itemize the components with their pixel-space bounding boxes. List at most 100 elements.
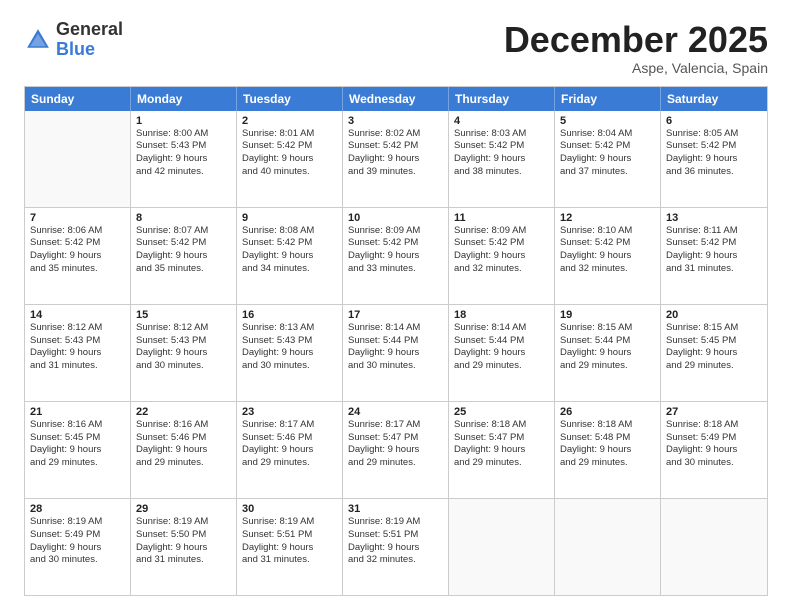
calendar-row-4: 21Sunrise: 8:16 AMSunset: 5:45 PMDayligh… <box>25 401 767 498</box>
day-info: Sunrise: 8:18 AMSunset: 5:49 PMDaylight:… <box>666 419 762 470</box>
day-header-wednesday: Wednesday <box>343 87 449 111</box>
day-info: Sunrise: 8:17 AMSunset: 5:47 PMDaylight:… <box>348 419 443 470</box>
calendar-row-1: 1Sunrise: 8:00 AMSunset: 5:43 PMDaylight… <box>25 111 767 207</box>
day-number: 20 <box>666 309 762 321</box>
day-header-tuesday: Tuesday <box>237 87 343 111</box>
calendar-cell: 14Sunrise: 8:12 AMSunset: 5:43 PMDayligh… <box>25 305 131 401</box>
day-number: 23 <box>242 406 337 418</box>
calendar-cell: 8Sunrise: 8:07 AMSunset: 5:42 PMDaylight… <box>131 208 237 304</box>
day-info: Sunrise: 8:06 AMSunset: 5:42 PMDaylight:… <box>30 225 125 276</box>
day-number: 17 <box>348 309 443 321</box>
calendar-cell: 31Sunrise: 8:19 AMSunset: 5:51 PMDayligh… <box>343 499 449 595</box>
calendar-cell: 27Sunrise: 8:18 AMSunset: 5:49 PMDayligh… <box>661 402 767 498</box>
calendar-cell: 10Sunrise: 8:09 AMSunset: 5:42 PMDayligh… <box>343 208 449 304</box>
day-info: Sunrise: 8:17 AMSunset: 5:46 PMDaylight:… <box>242 419 337 470</box>
day-info: Sunrise: 8:12 AMSunset: 5:43 PMDaylight:… <box>30 322 125 373</box>
day-info: Sunrise: 8:18 AMSunset: 5:48 PMDaylight:… <box>560 419 655 470</box>
day-number: 25 <box>454 406 549 418</box>
day-info: Sunrise: 8:15 AMSunset: 5:44 PMDaylight:… <box>560 322 655 373</box>
day-number: 5 <box>560 115 655 127</box>
day-info: Sunrise: 8:10 AMSunset: 5:42 PMDaylight:… <box>560 225 655 276</box>
day-number: 27 <box>666 406 762 418</box>
day-number: 1 <box>136 115 231 127</box>
day-number: 12 <box>560 212 655 224</box>
day-header-thursday: Thursday <box>449 87 555 111</box>
calendar-cell: 13Sunrise: 8:11 AMSunset: 5:42 PMDayligh… <box>661 208 767 304</box>
calendar-cell: 2Sunrise: 8:01 AMSunset: 5:42 PMDaylight… <box>237 111 343 207</box>
calendar-header: SundayMondayTuesdayWednesdayThursdayFrid… <box>25 87 767 111</box>
calendar-row-5: 28Sunrise: 8:19 AMSunset: 5:49 PMDayligh… <box>25 498 767 595</box>
calendar-body: 1Sunrise: 8:00 AMSunset: 5:43 PMDaylight… <box>25 111 767 595</box>
day-header-friday: Friday <box>555 87 661 111</box>
calendar-cell: 5Sunrise: 8:04 AMSunset: 5:42 PMDaylight… <box>555 111 661 207</box>
calendar-cell: 28Sunrise: 8:19 AMSunset: 5:49 PMDayligh… <box>25 499 131 595</box>
calendar-cell: 3Sunrise: 8:02 AMSunset: 5:42 PMDaylight… <box>343 111 449 207</box>
day-number: 24 <box>348 406 443 418</box>
day-number: 2 <box>242 115 337 127</box>
day-number: 28 <box>30 503 125 515</box>
day-number: 30 <box>242 503 337 515</box>
calendar-cell: 16Sunrise: 8:13 AMSunset: 5:43 PMDayligh… <box>237 305 343 401</box>
calendar-cell: 1Sunrise: 8:00 AMSunset: 5:43 PMDaylight… <box>131 111 237 207</box>
calendar-cell: 21Sunrise: 8:16 AMSunset: 5:45 PMDayligh… <box>25 402 131 498</box>
calendar-cell: 22Sunrise: 8:16 AMSunset: 5:46 PMDayligh… <box>131 402 237 498</box>
calendar-cell <box>449 499 555 595</box>
calendar-cell <box>661 499 767 595</box>
day-info: Sunrise: 8:05 AMSunset: 5:42 PMDaylight:… <box>666 128 762 179</box>
day-info: Sunrise: 8:11 AMSunset: 5:42 PMDaylight:… <box>666 225 762 276</box>
page: General Blue December 2025 Aspe, Valenci… <box>0 0 792 612</box>
location: Aspe, Valencia, Spain <box>504 60 768 76</box>
day-info: Sunrise: 8:16 AMSunset: 5:45 PMDaylight:… <box>30 419 125 470</box>
day-number: 11 <box>454 212 549 224</box>
calendar-cell: 12Sunrise: 8:10 AMSunset: 5:42 PMDayligh… <box>555 208 661 304</box>
day-info: Sunrise: 8:01 AMSunset: 5:42 PMDaylight:… <box>242 128 337 179</box>
day-info: Sunrise: 8:09 AMSunset: 5:42 PMDaylight:… <box>348 225 443 276</box>
day-header-monday: Monday <box>131 87 237 111</box>
day-info: Sunrise: 8:19 AMSunset: 5:50 PMDaylight:… <box>136 516 231 567</box>
calendar-cell: 11Sunrise: 8:09 AMSunset: 5:42 PMDayligh… <box>449 208 555 304</box>
day-number: 15 <box>136 309 231 321</box>
calendar-cell: 26Sunrise: 8:18 AMSunset: 5:48 PMDayligh… <box>555 402 661 498</box>
day-info: Sunrise: 8:14 AMSunset: 5:44 PMDaylight:… <box>348 322 443 373</box>
day-info: Sunrise: 8:19 AMSunset: 5:49 PMDaylight:… <box>30 516 125 567</box>
calendar-cell: 30Sunrise: 8:19 AMSunset: 5:51 PMDayligh… <box>237 499 343 595</box>
day-info: Sunrise: 8:02 AMSunset: 5:42 PMDaylight:… <box>348 128 443 179</box>
day-number: 22 <box>136 406 231 418</box>
header: General Blue December 2025 Aspe, Valenci… <box>24 20 768 76</box>
day-number: 9 <box>242 212 337 224</box>
day-number: 10 <box>348 212 443 224</box>
day-info: Sunrise: 8:15 AMSunset: 5:45 PMDaylight:… <box>666 322 762 373</box>
day-number: 3 <box>348 115 443 127</box>
day-info: Sunrise: 8:04 AMSunset: 5:42 PMDaylight:… <box>560 128 655 179</box>
day-number: 31 <box>348 503 443 515</box>
day-info: Sunrise: 8:18 AMSunset: 5:47 PMDaylight:… <box>454 419 549 470</box>
day-info: Sunrise: 8:09 AMSunset: 5:42 PMDaylight:… <box>454 225 549 276</box>
day-info: Sunrise: 8:19 AMSunset: 5:51 PMDaylight:… <box>348 516 443 567</box>
calendar-cell: 15Sunrise: 8:12 AMSunset: 5:43 PMDayligh… <box>131 305 237 401</box>
day-number: 6 <box>666 115 762 127</box>
logo-blue-text: Blue <box>56 40 123 60</box>
day-info: Sunrise: 8:07 AMSunset: 5:42 PMDaylight:… <box>136 225 231 276</box>
calendar-cell: 18Sunrise: 8:14 AMSunset: 5:44 PMDayligh… <box>449 305 555 401</box>
day-number: 19 <box>560 309 655 321</box>
calendar-cell: 19Sunrise: 8:15 AMSunset: 5:44 PMDayligh… <box>555 305 661 401</box>
calendar-row-2: 7Sunrise: 8:06 AMSunset: 5:42 PMDaylight… <box>25 207 767 304</box>
calendar-cell: 25Sunrise: 8:18 AMSunset: 5:47 PMDayligh… <box>449 402 555 498</box>
day-info: Sunrise: 8:08 AMSunset: 5:42 PMDaylight:… <box>242 225 337 276</box>
logo: General Blue <box>24 20 123 60</box>
calendar-cell: 29Sunrise: 8:19 AMSunset: 5:50 PMDayligh… <box>131 499 237 595</box>
day-number: 26 <box>560 406 655 418</box>
day-info: Sunrise: 8:03 AMSunset: 5:42 PMDaylight:… <box>454 128 549 179</box>
calendar-row-3: 14Sunrise: 8:12 AMSunset: 5:43 PMDayligh… <box>25 304 767 401</box>
day-header-saturday: Saturday <box>661 87 767 111</box>
day-number: 13 <box>666 212 762 224</box>
day-number: 8 <box>136 212 231 224</box>
calendar-cell: 17Sunrise: 8:14 AMSunset: 5:44 PMDayligh… <box>343 305 449 401</box>
day-info: Sunrise: 8:16 AMSunset: 5:46 PMDaylight:… <box>136 419 231 470</box>
calendar-cell <box>555 499 661 595</box>
calendar: SundayMondayTuesdayWednesdayThursdayFrid… <box>24 86 768 596</box>
day-number: 16 <box>242 309 337 321</box>
day-info: Sunrise: 8:00 AMSunset: 5:43 PMDaylight:… <box>136 128 231 179</box>
logo-icon <box>24 26 52 54</box>
day-number: 4 <box>454 115 549 127</box>
